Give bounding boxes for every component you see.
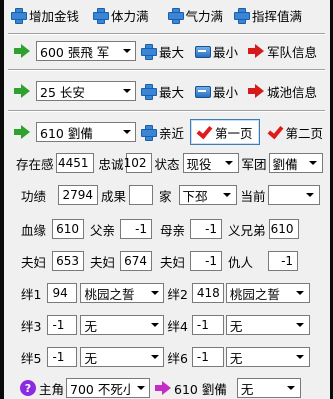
full-command-button[interactable]: 指挥值满	[233, 4, 302, 26]
spouse2-field[interactable]: 674	[120, 251, 153, 271]
presence-field[interactable]: 4451	[55, 153, 94, 173]
chevron-down-icon[interactable]	[146, 284, 164, 302]
plus-icon	[92, 7, 110, 24]
question-icon[interactable]: ?	[20, 380, 36, 396]
bond2-field[interactable]: 418	[191, 283, 224, 303]
corps-select[interactable]: 劉備	[268, 153, 323, 173]
intimacy-button[interactable]: 亲近	[140, 121, 184, 143]
protagonist-target-select[interactable]: 无	[236, 378, 301, 398]
bond5-field[interactable]: -1	[47, 347, 78, 367]
chevron-down-icon[interactable]	[304, 154, 322, 172]
bond1-field[interactable]: 94	[47, 283, 78, 303]
plus-icon	[140, 43, 157, 60]
merit-field[interactable]: 2794	[58, 185, 99, 205]
bond-row-2: 绊3 -1 无 绊4 -1 无	[4, 314, 330, 336]
bond5-select[interactable]: 无	[80, 347, 165, 367]
toolbar: 增加金钱 体力满 气力满 指挥值满	[4, 4, 330, 26]
bond2-select[interactable]: 桃园之誓	[225, 283, 310, 303]
chevron-down-icon[interactable]	[282, 379, 300, 397]
army-row: 600 張飛 军 最大 最小 军队信息	[4, 40, 330, 62]
separator	[8, 110, 325, 112]
city-min-button[interactable]: 最小	[194, 80, 238, 102]
army-select[interactable]: 600 張飛 军	[36, 41, 136, 61]
tab-page1[interactable]: 第一页	[190, 119, 260, 145]
chevron-down-icon[interactable]	[291, 348, 309, 366]
father-field[interactable]: -1	[120, 219, 153, 239]
plus-icon	[140, 83, 157, 100]
full-stamina-button[interactable]: 体力满	[92, 4, 149, 26]
chevron-down-icon[interactable]	[218, 186, 236, 204]
arrow-right-icon	[248, 43, 265, 59]
chevron-down-icon[interactable]	[132, 379, 150, 397]
separator	[8, 69, 325, 71]
enemy-field[interactable]: -1	[268, 251, 299, 271]
blood-field[interactable]: 610	[52, 219, 85, 239]
person-row: 610 劉備 亲近 第一页 第二页	[4, 118, 330, 146]
result-field[interactable]	[129, 185, 154, 205]
arrow-right-icon	[155, 380, 172, 396]
bond6-field[interactable]: -1	[191, 347, 224, 367]
person-select[interactable]: 610 劉備	[36, 122, 136, 142]
minus-icon	[194, 43, 212, 59]
chevron-down-icon[interactable]	[118, 42, 135, 60]
plus-icon	[10, 7, 27, 24]
bond1-select[interactable]: 桃园之誓	[80, 283, 165, 303]
chevron-down-icon[interactable]	[118, 82, 135, 100]
chevron-down-icon[interactable]	[118, 123, 135, 141]
city-max-button[interactable]: 最大	[140, 80, 184, 102]
status-select[interactable]: 现役	[182, 153, 239, 173]
arrow-right-icon	[14, 124, 30, 140]
chevron-down-icon[interactable]	[291, 316, 309, 334]
bond4-select[interactable]: 无	[225, 315, 310, 335]
chevron-down-icon[interactable]	[220, 154, 238, 172]
bond-row-3: 绊5 -1 无 绊6 -1 无	[4, 346, 330, 368]
stats-row-1: 存在感 4451 忠诚 102 状态 现役 军团 劉備	[4, 152, 330, 174]
checkmark-icon	[266, 124, 282, 140]
spouse3-field[interactable]: -1	[190, 251, 223, 271]
chevron-down-icon[interactable]	[301, 186, 319, 204]
army-max-button[interactable]: 最大	[140, 40, 184, 62]
protagonist-row: ? 主角 700 不死小强 610 劉備 无	[4, 377, 330, 399]
chevron-down-icon[interactable]	[146, 348, 164, 366]
army-min-button[interactable]: 最小	[194, 40, 238, 62]
arrow-right-icon	[248, 83, 265, 99]
arrow-right-icon	[14, 43, 30, 59]
plus-icon	[167, 7, 184, 24]
chevron-down-icon[interactable]	[291, 284, 309, 302]
bond3-field[interactable]: -1	[47, 315, 78, 335]
stats-row-2: 功绩 2794 成果 家 下邳 当前	[4, 184, 330, 206]
relations-row-2: 夫妇 653 夫妇 674 夫妇 -1 仇人 -1	[4, 250, 330, 272]
arrow-right-icon	[14, 83, 30, 99]
city-info-button[interactable]: 城池信息	[248, 80, 317, 102]
relations-row-1: 血缘 610 父亲 -1 母亲 -1 义兄弟 610	[4, 218, 330, 240]
city-select[interactable]: 25 长安	[36, 81, 136, 101]
add-money-button[interactable]: 增加金钱	[10, 4, 79, 26]
current-select[interactable]	[267, 185, 320, 205]
full-qi-button[interactable]: 气力满	[167, 4, 223, 26]
loyalty-field[interactable]: 102	[124, 153, 152, 173]
bond6-select[interactable]: 无	[225, 347, 310, 367]
sworn-field[interactable]: 610	[268, 219, 299, 239]
plus-icon	[140, 124, 157, 141]
family-select[interactable]: 下邳	[178, 185, 237, 205]
bond4-field[interactable]: -1	[191, 315, 224, 335]
checkmark-icon	[195, 124, 211, 140]
minus-icon	[194, 83, 212, 99]
bond-row-1: 绊1 94 桃园之誓 绊2 418 桃园之誓	[4, 282, 330, 304]
army-info-button[interactable]: 军队信息	[248, 40, 317, 62]
separator	[8, 33, 325, 35]
chevron-down-icon[interactable]	[146, 316, 164, 334]
protagonist-target: 610 劉備	[174, 381, 227, 397]
protagonist-select[interactable]: 700 不死小强	[66, 378, 151, 398]
spouse1-field[interactable]: 653	[52, 251, 85, 271]
city-row: 25 长安 最大 最小 城池信息	[4, 80, 330, 102]
mother-field[interactable]: -1	[190, 219, 223, 239]
bond3-select[interactable]: 无	[80, 315, 165, 335]
plus-icon	[233, 7, 251, 24]
tab-page2[interactable]: 第二页	[266, 119, 324, 145]
